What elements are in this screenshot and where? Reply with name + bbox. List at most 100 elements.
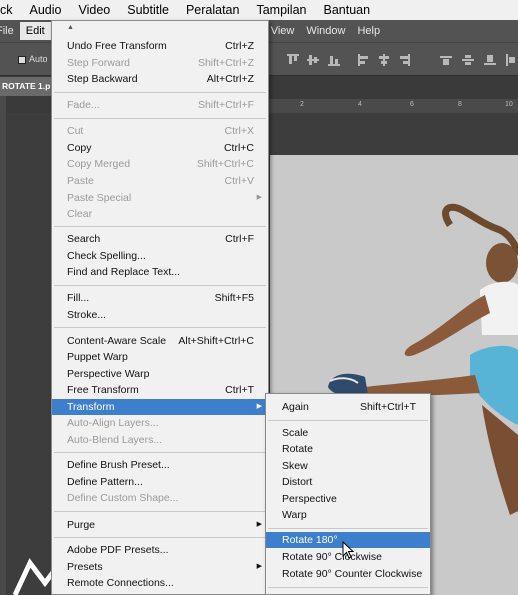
menu-item-shortcut: Alt+Shift+Ctrl+C: [178, 335, 254, 347]
submenu-item-again[interactable]: Again Shift+Ctrl+T: [266, 399, 430, 415]
menu-item-undo[interactable]: Undo Free Transform Ctrl+Z: [52, 38, 268, 54]
menu-item-label: Copy: [67, 142, 92, 154]
ps-menu-view[interactable]: View: [265, 22, 301, 40]
menu-item-copy-merged[interactable]: Copy Merged Shift+Ctrl+C: [52, 156, 268, 172]
submenu-item-perspective[interactable]: Perspective: [266, 491, 430, 507]
menu-item-shortcut: Ctrl+V: [224, 175, 254, 187]
ps-menu-file[interactable]: File: [0, 22, 20, 40]
menu-separator: [54, 226, 266, 227]
player-menu-item-tools-partial[interactable]: ck: [0, 3, 13, 17]
player-menu-tools[interactable]: Peralatan: [186, 3, 240, 17]
menu-item-step-backward[interactable]: Step Backward Alt+Ctrl+Z: [52, 71, 268, 87]
player-menu-subtitle[interactable]: Subtitle: [127, 3, 169, 17]
menu-item-stroke[interactable]: Stroke...: [52, 307, 268, 323]
menu-item-label: Find and Replace Text...: [67, 266, 181, 278]
align-top-icon[interactable]: [287, 54, 299, 66]
ps-menu-edit[interactable]: Edit: [19, 22, 51, 40]
menu-item-puppet-warp[interactable]: Puppet Warp: [52, 349, 268, 365]
menu-separator: [54, 511, 266, 512]
menu-separator: [54, 537, 266, 538]
menu-item-label: Paste: [67, 175, 94, 187]
submenu-item-rotate-90-ccw[interactable]: Rotate 90° Counter Clockwise: [266, 566, 430, 582]
distribute-top-icon[interactable]: [440, 54, 452, 66]
menu-item-define-brush[interactable]: Define Brush Preset...: [52, 457, 268, 473]
menu-item-shortcut: Ctrl+F: [225, 233, 254, 245]
menu-item-purge[interactable]: Purge ▶: [52, 517, 268, 533]
align-right-icon[interactable]: [398, 54, 410, 66]
menu-item-shortcut: Alt+Ctrl+Z: [206, 73, 254, 85]
player-menu-audio[interactable]: Audio: [30, 3, 62, 17]
menu-item-label: Content-Aware Scale: [67, 335, 167, 347]
menu-item-fill[interactable]: Fill... Shift+F5: [52, 290, 268, 306]
player-menu-video[interactable]: Video: [78, 3, 110, 17]
menu-separator: [54, 452, 266, 453]
ruler-tick: 8: [458, 101, 462, 108]
ruler-tick: 4: [358, 101, 362, 108]
menu-item-perspective-warp[interactable]: Perspective Warp: [52, 366, 268, 382]
menu-item-paste-special[interactable]: Paste Special ▶: [52, 190, 268, 206]
menu-item-paste[interactable]: Paste Ctrl+V: [52, 173, 268, 189]
align-hcenter-icon[interactable]: [378, 54, 390, 66]
menu-separator: [54, 92, 266, 93]
menu-separator: [268, 528, 428, 529]
horizontal-ruler: 2 4 6 8 10: [260, 99, 518, 113]
player-menu-help[interactable]: Bantuan: [323, 3, 370, 17]
player-menu-view[interactable]: Tampilan: [256, 3, 306, 17]
menu-item-step-forward[interactable]: Step Forward Shift+Ctrl+Z: [52, 55, 268, 71]
align-bottom-icon[interactable]: [328, 54, 340, 66]
submenu-item-skew[interactable]: Skew: [266, 458, 430, 474]
menu-item-label: Clear: [67, 208, 93, 220]
menu-item-content-aware-scale[interactable]: Content-Aware Scale Alt+Shift+Ctrl+C: [52, 333, 268, 349]
distribute-bottom-icon[interactable]: [484, 54, 496, 66]
menu-separator: [268, 587, 428, 588]
auto-select-checkbox[interactable]: [18, 56, 26, 64]
menu-item-check-spelling[interactable]: Check Spelling...: [52, 248, 268, 264]
menu-item-label: Fill...: [67, 292, 90, 304]
menu-item-label: Step Backward: [67, 73, 138, 85]
menu-item-fade[interactable]: Fade... Shift+Ctrl+F: [52, 97, 268, 113]
submenu-item-warp[interactable]: Warp: [266, 507, 430, 523]
submenu-item-scale[interactable]: Scale: [266, 425, 430, 441]
submenu-item-distort[interactable]: Distort: [266, 474, 430, 490]
menu-item-label: Presets: [67, 561, 103, 573]
distribute-vcenter-icon[interactable]: [462, 54, 474, 66]
menu-item-shortcut: Ctrl+T: [225, 384, 254, 396]
menu-item-label: Auto-Align Layers...: [67, 417, 159, 429]
menu-item-label: Stroke...: [67, 309, 107, 321]
menu-item-auto-blend[interactable]: Auto-Blend Layers...: [52, 432, 268, 448]
menu-item-define-pattern[interactable]: Define Pattern...: [52, 474, 268, 490]
menu-item-adobe-pdf-presets[interactable]: Adobe PDF Presets...: [52, 542, 268, 558]
menu-item-label: Copy Merged: [67, 158, 131, 170]
menu-separator: [54, 285, 266, 286]
ps-menu-help[interactable]: Help: [351, 22, 386, 40]
menu-item-copy[interactable]: Copy Ctrl+C: [52, 140, 268, 156]
menu-item-free-transform[interactable]: Free Transform Ctrl+T: [52, 382, 268, 398]
ps-menu-window[interactable]: Window: [300, 22, 351, 40]
menu-separator: [54, 118, 266, 119]
document-tab[interactable]: ROTATE 1.p: [0, 77, 52, 96]
menu-item-transform[interactable]: Transform ▶: [52, 399, 268, 415]
menu-separator: [54, 327, 266, 328]
scroll-up-arrow-icon[interactable]: ▲: [67, 24, 74, 31]
menu-item-auto-align[interactable]: Auto-Align Layers...: [52, 415, 268, 431]
menu-item-shortcut: Shift+Ctrl+Z: [197, 57, 254, 69]
align-vcenter-icon[interactable]: [307, 54, 319, 66]
submenu-arrow-icon: ▶: [256, 521, 262, 528]
menu-item-find-replace[interactable]: Find and Replace Text...: [52, 264, 268, 280]
menu-item-search[interactable]: Search Ctrl+F: [52, 231, 268, 247]
menu-item-clear[interactable]: Clear: [52, 206, 268, 222]
align-left-icon[interactable]: [358, 54, 370, 66]
menu-item-label: Check Spelling...: [67, 250, 146, 262]
submenu-arrow-icon: ▶: [256, 563, 262, 570]
menu-item-presets[interactable]: Presets ▶: [52, 559, 268, 575]
submenu-item-rotate[interactable]: Rotate: [266, 441, 430, 457]
ruler-tick: 2: [300, 101, 304, 108]
menu-item-label: Paste Special: [67, 192, 132, 204]
menu-item-cut[interactable]: Cut Ctrl+X: [52, 123, 268, 139]
ruler-tick: 10: [505, 101, 513, 108]
mouse-pointer-icon: [342, 541, 354, 559]
menu-item-shortcut: Ctrl+X: [224, 125, 254, 137]
distribute-left-icon[interactable]: [506, 54, 518, 66]
menu-item-remote-connections[interactable]: Remote Connections...: [52, 575, 268, 591]
menu-item-define-custom-shape[interactable]: Define Custom Shape...: [52, 490, 268, 506]
